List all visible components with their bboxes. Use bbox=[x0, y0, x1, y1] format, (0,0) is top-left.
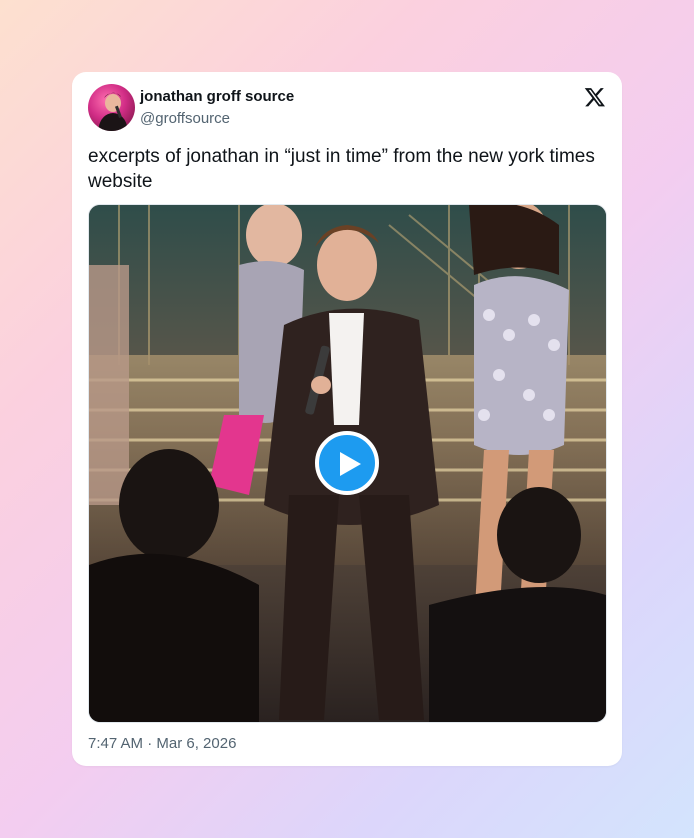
play-button[interactable] bbox=[315, 431, 379, 495]
profile-photo-icon bbox=[98, 92, 128, 131]
tweet-timestamp[interactable]: 7:47 AM · Mar 6, 2026 bbox=[88, 735, 236, 752]
author-display-name[interactable]: jonathan groff source bbox=[140, 88, 294, 105]
tweet-text: excerpts of jonathan in “just in time” f… bbox=[88, 146, 595, 192]
play-icon bbox=[340, 452, 361, 476]
author-handle[interactable]: @groffsource bbox=[140, 110, 230, 127]
author-avatar[interactable] bbox=[88, 84, 135, 131]
video-player[interactable] bbox=[88, 204, 607, 723]
tweet-card: jonathan groff source @groffsource excer… bbox=[72, 72, 622, 766]
x-logo-icon[interactable] bbox=[584, 86, 606, 108]
